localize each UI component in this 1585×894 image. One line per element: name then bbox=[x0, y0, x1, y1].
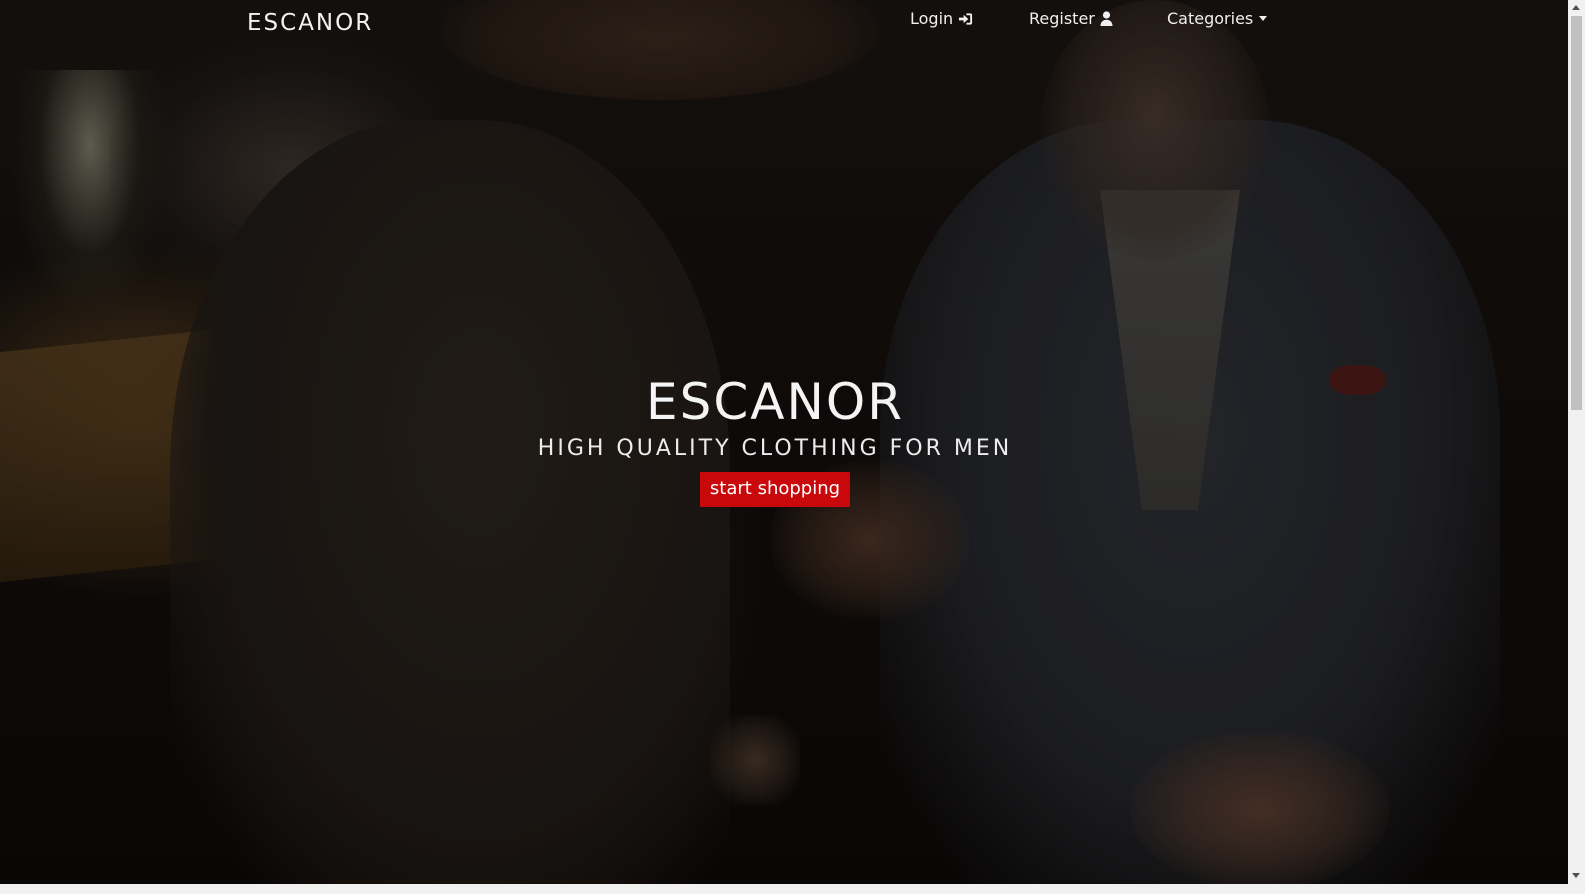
page: ESCANOR Login Register Categories ESCANO… bbox=[0, 0, 1585, 894]
nav-login-label: Login bbox=[910, 9, 954, 28]
scroll-down-icon[interactable] bbox=[1572, 873, 1580, 878]
sign-in-icon bbox=[958, 12, 973, 26]
nav-register-link[interactable]: Register bbox=[1029, 9, 1113, 28]
hero-background-image: ESCANOR Login Register Categories ESCANO… bbox=[0, 0, 1568, 884]
user-icon bbox=[1100, 11, 1113, 26]
scroll-up-icon[interactable] bbox=[1572, 5, 1580, 10]
vertical-scrollbar[interactable] bbox=[1568, 0, 1585, 884]
start-shopping-button[interactable]: start shopping bbox=[699, 472, 851, 507]
brand-logo[interactable]: ESCANOR bbox=[247, 10, 373, 36]
caret-down-icon bbox=[1259, 16, 1268, 21]
hero-subtitle: HIGH QUALITY CLOTHING FOR MEN bbox=[537, 436, 1013, 461]
navbar: ESCANOR Login Register Categories bbox=[0, 0, 1568, 52]
hero-title: ESCANOR bbox=[646, 373, 904, 431]
scroll-thumb[interactable] bbox=[1571, 16, 1582, 410]
nav-categories-label: Categories bbox=[1167, 9, 1254, 28]
hero-content: ESCANOR HIGH QUALITY CLOTHING FOR MEN st… bbox=[0, 372, 1550, 507]
nav-register-label: Register bbox=[1029, 9, 1095, 28]
nav-login-link[interactable]: Login bbox=[910, 9, 973, 28]
nav-categories-dropdown[interactable]: Categories bbox=[1167, 9, 1268, 28]
horizontal-scrollbar[interactable] bbox=[0, 884, 1585, 894]
